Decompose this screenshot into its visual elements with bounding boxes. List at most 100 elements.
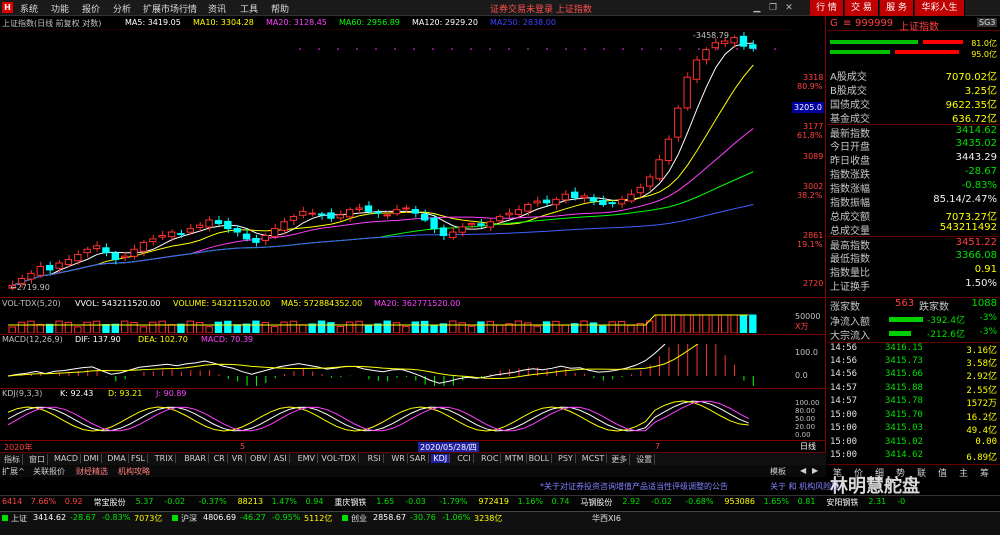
indicator-tab[interactable]: 窗口 bbox=[27, 454, 48, 465]
status-name[interactable]: 创业 bbox=[351, 513, 367, 524]
ticker-item[interactable]: -0.02 bbox=[164, 497, 185, 506]
scroll-left-icon[interactable]: ◀ bbox=[800, 466, 806, 475]
menu-function[interactable]: 功能 bbox=[51, 2, 69, 15]
ticker-item[interactable]: 马钢股份 bbox=[580, 497, 612, 508]
tab-service[interactable]: 服 务 bbox=[880, 0, 914, 16]
tab-institution[interactable]: 机构攻略 bbox=[118, 466, 150, 477]
ticker-item[interactable]: 0.74 bbox=[552, 497, 570, 506]
tick-row: 15:00 3415.03 49.4亿 bbox=[827, 423, 1000, 436]
volume-bar bbox=[205, 326, 213, 333]
minimize-icon[interactable]: ▁ bbox=[750, 2, 764, 14]
restore-icon[interactable]: ❐ bbox=[766, 2, 780, 14]
ticker-item[interactable]: 重庆钢铁 bbox=[334, 497, 366, 508]
tab-market[interactable]: 行 情 bbox=[810, 0, 844, 16]
tab-finance-picks[interactable]: 财经精选 bbox=[76, 466, 108, 477]
ticker-item[interactable]: -0.02 bbox=[651, 497, 672, 506]
tab-related-quotes[interactable]: 关联报价 bbox=[33, 466, 65, 477]
ticker-item[interactable]: -0.37% bbox=[198, 497, 226, 506]
menu-system[interactable]: 系统 bbox=[20, 2, 38, 15]
volume-chart[interactable] bbox=[0, 309, 790, 333]
ticker-item[interactable]: -0.03 bbox=[405, 497, 426, 506]
macd-chart[interactable] bbox=[0, 344, 790, 386]
indicator-tab[interactable]: RSI bbox=[366, 454, 384, 463]
indicator-tab[interactable]: FSL bbox=[129, 454, 148, 463]
ticker-item[interactable]: 953086 bbox=[724, 497, 755, 506]
indicator-tab[interactable]: 指标 bbox=[2, 454, 23, 465]
tick-row: 14:57 3415.88 2.55亿 bbox=[827, 383, 1000, 396]
indicator-tab[interactable]: MTM bbox=[503, 454, 527, 463]
news-link-2[interactable]: 关于 和 机构风险提 bbox=[770, 481, 839, 492]
indicator-tab[interactable]: ROC bbox=[479, 454, 502, 463]
indicator-tab[interactable]: ASI bbox=[272, 454, 290, 463]
menu-help[interactable]: 帮助 bbox=[271, 2, 289, 15]
legend-item: DIF: 137.90 bbox=[75, 335, 121, 344]
ticker-item[interactable]: -1.79% bbox=[439, 497, 467, 506]
indicator-tab[interactable]: TRIX bbox=[153, 454, 177, 463]
indicator-tab[interactable]: MCST bbox=[580, 454, 608, 463]
status-change: -28.67 bbox=[70, 513, 96, 522]
legend-item: MA20: 362771520.00 bbox=[374, 299, 461, 308]
menu-quote[interactable]: 报价 bbox=[82, 2, 100, 15]
indicator-tab[interactable]: SAR bbox=[408, 454, 429, 463]
ticker-item[interactable]: 1.65% bbox=[764, 497, 789, 506]
indicator-tab[interactable]: VR bbox=[230, 454, 246, 463]
indicator-tab[interactable]: BOLL bbox=[527, 454, 553, 463]
ticker-item[interactable]: 88213 bbox=[238, 497, 263, 506]
indicator-tab[interactable]: BRAR bbox=[182, 454, 209, 463]
indicator-tab[interactable]: DMA bbox=[105, 454, 129, 463]
candle bbox=[111, 250, 119, 265]
volume-bar bbox=[674, 314, 682, 333]
news-link[interactable]: *关于对证券投资咨询增值产品适当性评级调整的公告 bbox=[540, 481, 728, 492]
template-button[interactable]: 模板 bbox=[770, 466, 786, 477]
indicator-tab[interactable]: 设置 bbox=[634, 454, 656, 465]
status-name[interactable]: 上证 bbox=[11, 513, 27, 524]
menu-news[interactable]: 资讯 bbox=[208, 2, 226, 15]
volume-bar bbox=[233, 324, 241, 333]
status-name[interactable]: 沪深 bbox=[181, 513, 197, 524]
ticker-item[interactable]: 0.94 bbox=[306, 497, 324, 506]
ticker-item[interactable]: 安阳钢铁 bbox=[826, 497, 858, 508]
indicator-tab[interactable]: OBV bbox=[248, 454, 271, 463]
ticker-item[interactable]: 0.92 bbox=[65, 497, 83, 506]
indicator-tab[interactable]: PSY bbox=[556, 454, 576, 463]
indicator-tab[interactable]: WR bbox=[389, 454, 408, 463]
indicator-tab[interactable]: KDJ bbox=[431, 454, 451, 463]
ticker-item[interactable]: 6414 bbox=[2, 497, 22, 506]
ticker-item[interactable]: 2.31 bbox=[868, 497, 886, 506]
ticker-item[interactable]: 1.47% bbox=[272, 497, 297, 506]
indicator-tab[interactable]: DMI bbox=[81, 454, 102, 463]
indicator-tab[interactable]: MACD bbox=[52, 454, 81, 463]
ticker-item[interactable]: 1.16% bbox=[518, 497, 543, 506]
kdj-chart[interactable] bbox=[0, 399, 790, 439]
tab-trade[interactable]: 交 易 bbox=[845, 0, 879, 16]
ticker-item[interactable]: 1.65 bbox=[376, 497, 394, 506]
ticker-item[interactable]: 5.37 bbox=[136, 497, 154, 506]
down-count: 1088 bbox=[971, 298, 997, 309]
menu-ext-market[interactable]: 扩展市场行情 bbox=[143, 2, 197, 15]
close-icon[interactable]: ✕ bbox=[782, 2, 796, 14]
ticker-item[interactable]: -0 bbox=[897, 497, 905, 506]
indicator-tab[interactable]: EMV bbox=[296, 454, 319, 463]
sg-badge[interactable]: SG3 bbox=[977, 18, 998, 27]
indicator-tab[interactable]: 更多 bbox=[609, 454, 631, 465]
ticker-item[interactable]: 972419 bbox=[478, 497, 509, 506]
ticker-item[interactable]: -0.68% bbox=[685, 497, 713, 506]
indicator-tab[interactable]: CR bbox=[212, 454, 228, 463]
chart-area[interactable]: 上证指数(日线 前复权 对数) MA5: 3419.05 MA10: 3304.2… bbox=[0, 16, 826, 464]
menu-analysis[interactable]: 分析 bbox=[113, 2, 131, 15]
scroll-right-icon[interactable]: ▶ bbox=[812, 466, 818, 475]
indicator-tab[interactable]: CCI bbox=[455, 454, 474, 463]
detail-tab[interactable]: 主 bbox=[959, 466, 968, 479]
tab-life[interactable]: 华彩人生 bbox=[915, 0, 965, 16]
tab-expand[interactable]: 扩展^ bbox=[2, 466, 25, 477]
menu-tools[interactable]: 工具 bbox=[240, 2, 258, 15]
indicator-tab[interactable]: VOL-TDX bbox=[319, 454, 360, 463]
candlestick-chart[interactable] bbox=[0, 29, 826, 294]
ticker-item[interactable]: 2.92 bbox=[622, 497, 640, 506]
menu-lines-icon[interactable]: ≡ bbox=[843, 18, 851, 29]
detail-tab[interactable]: 筹 bbox=[980, 466, 989, 479]
ticker-item[interactable]: 7.66% bbox=[31, 497, 56, 506]
ticker-item[interactable]: 0.81 bbox=[798, 497, 816, 506]
ticker-item[interactable]: 常宝股份 bbox=[94, 497, 126, 508]
detail-tab[interactable]: 值 bbox=[938, 466, 947, 479]
